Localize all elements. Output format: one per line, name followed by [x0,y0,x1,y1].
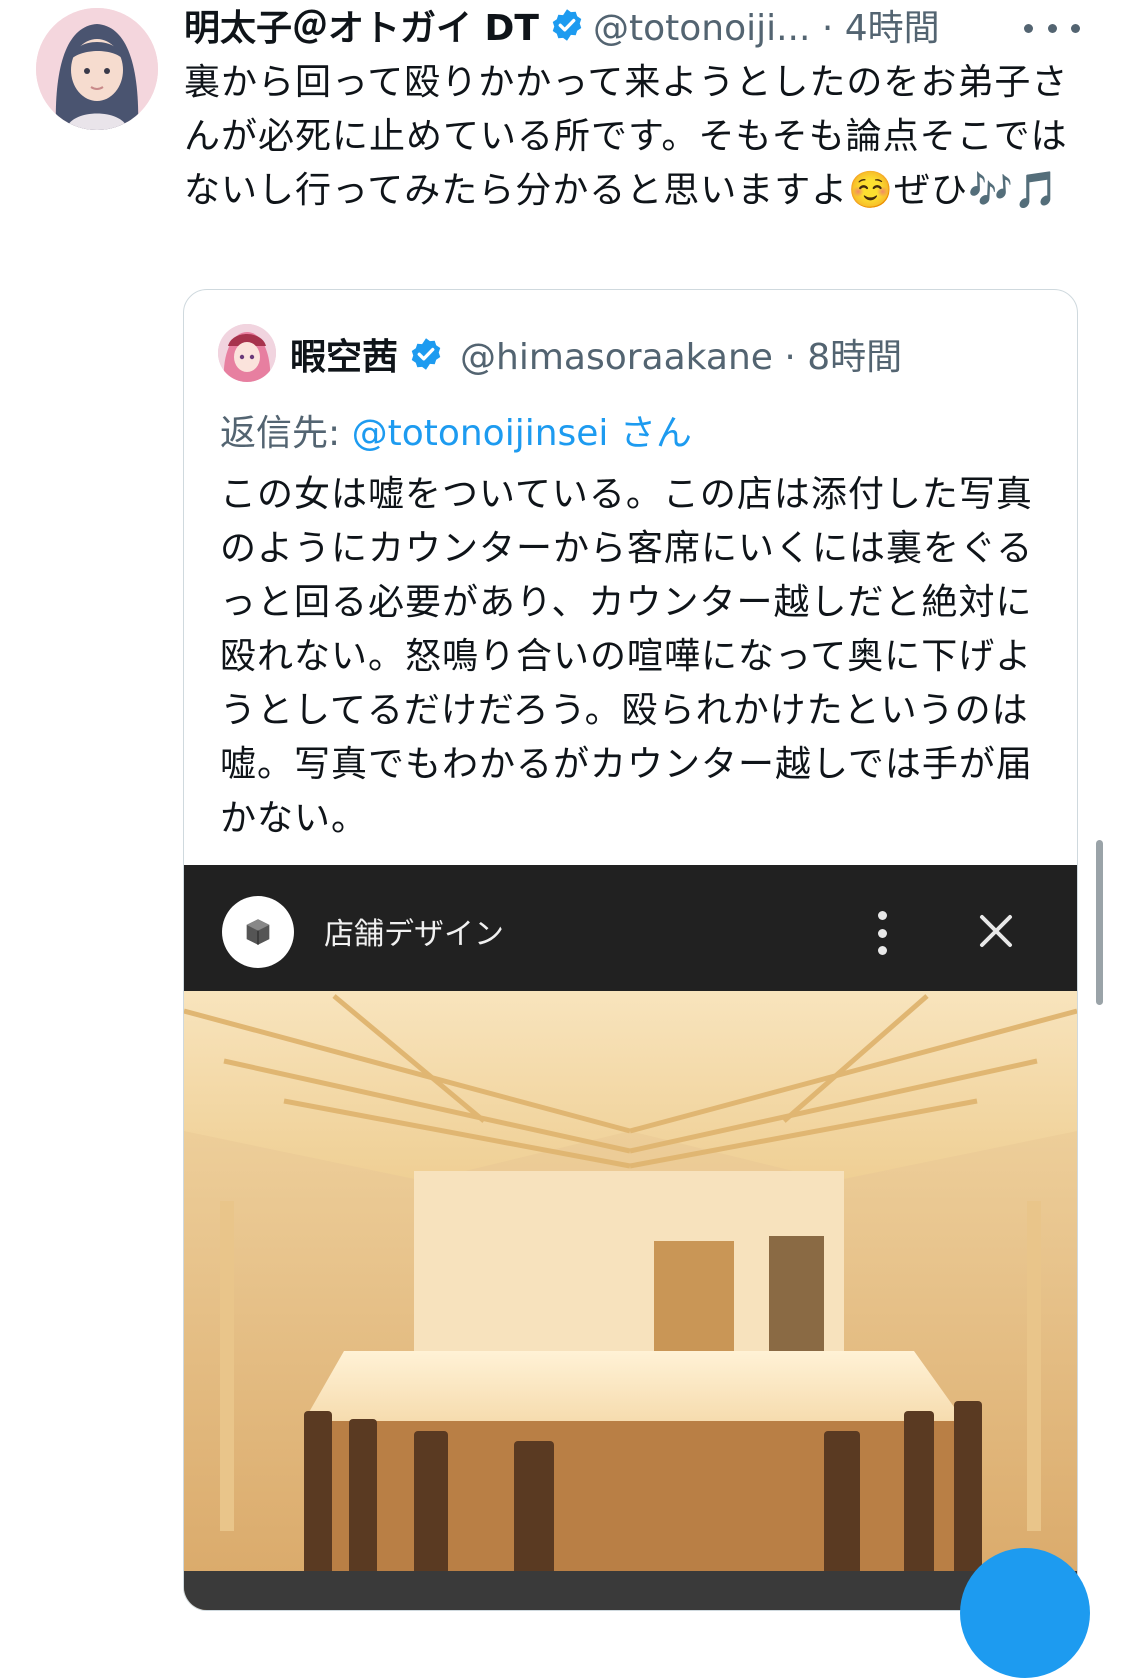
box-logo-icon [222,896,294,968]
kebab-menu-icon[interactable] [876,911,888,955]
reply-handle-link[interactable]: @totonoijinsei [352,413,609,454]
attached-image[interactable]: 店舗デザイン [184,865,1077,1610]
tweet-header: 明太子＠オトガイ DT @totonoiji... · 4時間 [184,0,1084,50]
author-name[interactable]: 明太子＠オトガイ DT [184,0,539,51]
more-dots-icon[interactable] [1024,16,1080,40]
reply-suffix: さん [608,413,692,454]
quoted-author-handle-time[interactable]: @himasoraakane · 8時間 [460,328,902,380]
reply-prefix: 返信先: [220,413,352,454]
quoted-author-avatar[interactable] [218,324,276,382]
close-icon[interactable] [978,913,1014,949]
quoted-author-name[interactable]: 暇空茜 [290,328,398,380]
compose-button[interactable] [960,1548,1090,1678]
author-avatar[interactable] [36,8,158,130]
quoted-tweet-card[interactable]: 暇空茜 @himasoraakane · 8時間 返信先: @totonoiji… [183,289,1078,1611]
scrollbar[interactable] [1096,840,1103,1005]
reply-to-line: 返信先: @totonoijinsei さん [220,404,692,456]
verified-badge-icon [408,336,444,372]
site-title: 店舗デザイン [324,917,504,952]
verified-badge-icon [549,7,585,43]
quoted-tweet-text: この女は嘘をついている。この店は添付した写真のようにカウンターから客席にいくには… [220,474,1034,839]
browser-toolbar: 店舗デザイン [184,865,1077,991]
restaurant-counter-photo [184,991,1077,1610]
author-handle-time[interactable]: @totonoiji... · 4時間 [593,0,940,51]
quoted-tweet-header: 暇空茜 @himasoraakane · 8時間 [290,328,902,380]
tweet-text: 裏から回って殴りかかって来ようとしたのをお弟子さんが必死に止めている所です。そも… [184,62,1069,211]
